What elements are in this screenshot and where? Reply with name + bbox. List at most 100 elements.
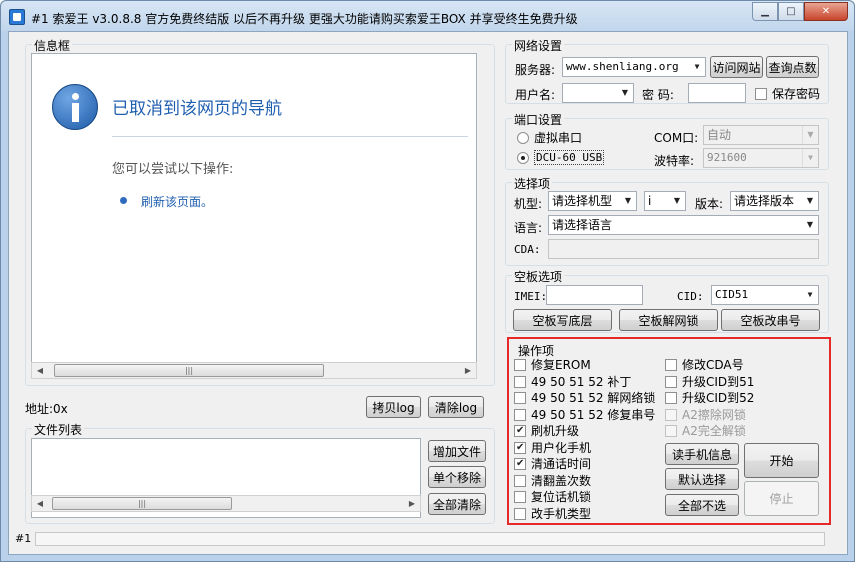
language-select[interactable]: 请选择语言 ▼ — [548, 215, 819, 235]
op-change-phone-type-label: 改手机类型 — [531, 507, 592, 521]
dcu-usb-dot[interactable] — [517, 151, 529, 164]
model-select[interactable]: 请选择机型 ▼ — [548, 191, 637, 211]
op-a2-full-unlock[interactable]: A2完全解锁 — [665, 422, 746, 439]
server-dropdown-icon[interactable]: ▼ — [689, 58, 705, 76]
file-scroll-left-icon[interactable]: ◀ — [32, 496, 48, 511]
op-patch-box[interactable] — [514, 375, 526, 388]
query-points-button[interactable]: 查询点数 — [766, 56, 819, 78]
imei-field[interactable] — [546, 285, 643, 305]
clear-all-files-button[interactable]: 全部清除 — [428, 493, 486, 515]
virtual-serial-label: 虚拟串口 — [534, 131, 583, 145]
version-dropdown-icon[interactable]: ▼ — [802, 192, 818, 210]
save-password-box[interactable] — [755, 87, 767, 100]
op-fix-serial-box[interactable] — [514, 408, 526, 421]
op-flash-upgrade[interactable]: 刷机升级 — [514, 422, 579, 439]
op-upgrade-cid51[interactable]: 升级CID到51 — [665, 373, 754, 390]
cid-dropdown-icon[interactable]: ▼ — [802, 286, 818, 304]
op-patch[interactable]: 49 50 51 52 补丁 — [514, 373, 631, 390]
file-list-hscroll[interactable]: ◀ ||| ▶ — [31, 495, 421, 512]
version-label: 版本: — [695, 197, 724, 211]
com-dropdown-icon[interactable]: ▼ — [802, 126, 818, 144]
op-clear-flip-count[interactable]: 清翻盖次数 — [514, 472, 591, 489]
op-change-phone-type[interactable]: 改手机类型 — [514, 505, 591, 522]
baud-select[interactable]: 921600 ▼ — [703, 148, 819, 168]
op-upgrade-cid51-box[interactable] — [665, 375, 677, 388]
scroll-left-icon[interactable]: ◀ — [32, 363, 48, 378]
virtual-serial-radio[interactable]: 虚拟串口 — [517, 129, 582, 146]
cid-select[interactable]: CID51 ▼ — [711, 285, 819, 305]
username-label: 用户名: — [515, 88, 556, 102]
file-scroll-thumb[interactable]: ||| — [52, 497, 232, 510]
remove-file-button[interactable]: 单个移除 — [428, 466, 486, 488]
refresh-link[interactable]: 刷新该页面。 — [141, 193, 213, 210]
blank-unlock-button[interactable]: 空板解网锁 — [619, 309, 718, 331]
op-modify-cda[interactable]: 修改CDA号 — [665, 356, 744, 373]
info-pane[interactable]: 已取消到该网页的导航 您可以尝试以下操作: 刷新该页面。 — [31, 53, 477, 371]
op-modify-cda-box[interactable] — [665, 358, 677, 371]
op-a2-full-unlock-box[interactable] — [665, 424, 677, 437]
username-select[interactable]: ▼ — [562, 83, 634, 103]
op-clear-flip-count-label: 清翻盖次数 — [531, 474, 592, 488]
read-phone-info-button[interactable]: 读手机信息 — [665, 443, 739, 465]
com-select[interactable]: 自动 ▼ — [703, 125, 819, 145]
blank-serial-button[interactable]: 空板改串号 — [721, 309, 820, 331]
cda-field[interactable] — [548, 239, 819, 259]
submodel-dropdown-icon[interactable]: ▼ — [669, 192, 685, 210]
op-fix-serial[interactable]: 49 50 51 52 修复串号 — [514, 406, 655, 423]
op-reset-phone-lock[interactable]: 复位话机锁 — [514, 488, 591, 505]
status-bar: #1 — [9, 529, 847, 555]
op-flash-upgrade-box[interactable] — [514, 424, 526, 437]
select-none-button[interactable]: 全部不选 — [665, 494, 739, 516]
server-select[interactable]: www.shenliang.org ▼ — [562, 57, 706, 77]
info-hscroll[interactable]: ◀ ||| ▶ — [31, 362, 477, 379]
virtual-serial-dot[interactable] — [517, 131, 529, 144]
blank-group-title: 空板选项 — [512, 268, 565, 285]
op-upgrade-cid52[interactable]: 升级CID到52 — [665, 389, 754, 406]
op-customize-phone-label: 用户化手机 — [531, 441, 592, 455]
maximize-button[interactable]: □ — [778, 2, 804, 21]
title-bar[interactable]: #1 索爱王 v3.0.8.8 官方免费终结版 以后不再升级 更强大功能请购买索… — [1, 1, 854, 31]
clear-log-button[interactable]: 清除log — [428, 396, 484, 418]
op-fix-erom-box[interactable] — [514, 358, 526, 371]
op-a2-erase-lock-label: A2擦除网锁 — [682, 408, 746, 422]
version-select[interactable]: 请选择版本 ▼ — [730, 191, 819, 211]
baud-dropdown-icon[interactable]: ▼ — [802, 149, 818, 167]
status-progress — [35, 532, 825, 546]
op-reset-phone-lock-box[interactable] — [514, 490, 526, 503]
dcu-usb-radio[interactable]: DCU-60 USB — [517, 150, 605, 165]
op-customize-phone-box[interactable] — [514, 441, 526, 454]
password-field[interactable] — [688, 83, 746, 103]
scroll-thumb[interactable]: ||| — [54, 364, 324, 377]
blank-write-button[interactable]: 空板写底层 — [513, 309, 612, 331]
op-a2-erase-lock-box[interactable] — [665, 408, 677, 421]
op-patch-label: 49 50 51 52 补丁 — [531, 375, 632, 389]
op-a2-erase-lock[interactable]: A2擦除网锁 — [665, 406, 746, 423]
op-clear-call-time-box[interactable] — [514, 457, 526, 470]
file-scroll-right-icon[interactable]: ▶ — [404, 496, 420, 511]
close-button[interactable]: ✕ — [804, 2, 848, 21]
op-change-phone-type-box[interactable] — [514, 507, 526, 520]
op-clear-flip-count-box[interactable] — [514, 474, 526, 487]
scroll-right-icon[interactable]: ▶ — [460, 363, 476, 378]
op-unlock-network-box[interactable] — [514, 391, 526, 404]
start-button[interactable]: 开始 — [744, 443, 819, 478]
model-dropdown-icon[interactable]: ▼ — [620, 192, 636, 210]
language-dropdown-icon[interactable]: ▼ — [802, 216, 818, 234]
stop-button[interactable]: 停止 — [744, 481, 819, 516]
op-upgrade-cid52-box[interactable] — [665, 391, 677, 404]
version-value: 请选择版本 — [734, 194, 795, 208]
visit-site-button[interactable]: 访问网站 — [710, 56, 763, 78]
username-dropdown-icon[interactable]: ▼ — [617, 84, 633, 102]
add-file-button[interactable]: 增加文件 — [428, 440, 486, 462]
minimize-button[interactable]: ▁ — [752, 2, 778, 21]
op-clear-call-time[interactable]: 清通话时间 — [514, 455, 591, 472]
default-select-button[interactable]: 默认选择 — [665, 468, 739, 490]
op-clear-call-time-label: 清通话时间 — [531, 457, 592, 471]
op-fix-erom[interactable]: 修复EROM — [514, 356, 591, 373]
submodel-select[interactable]: i ▼ — [644, 191, 686, 211]
copy-log-button[interactable]: 拷贝log — [366, 396, 421, 418]
op-customize-phone[interactable]: 用户化手机 — [514, 439, 591, 456]
save-password-checkbox[interactable]: 保存密码 — [755, 85, 820, 102]
info-group-title: 信息框 — [32, 37, 73, 54]
op-unlock-network[interactable]: 49 50 51 52 解网络锁 — [514, 389, 655, 406]
